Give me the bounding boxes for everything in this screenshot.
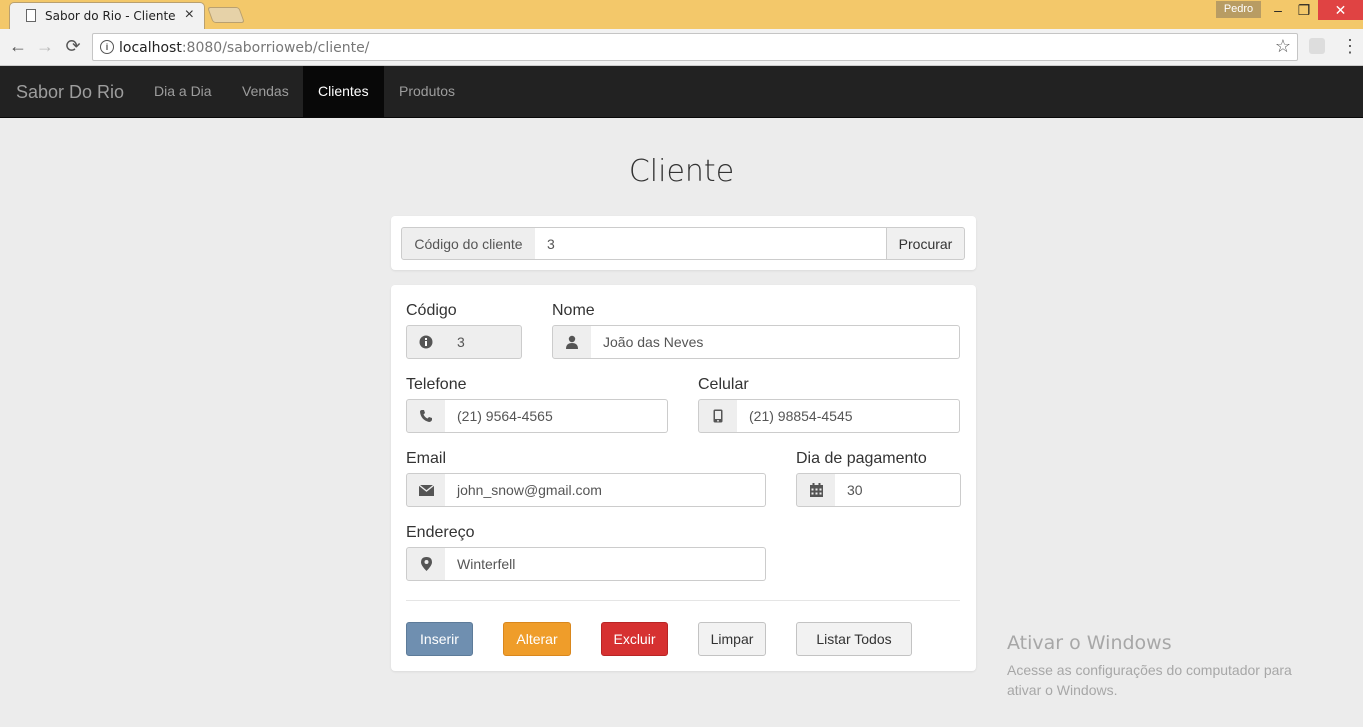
limpar-button[interactable]: Limpar (698, 622, 766, 656)
site-info-icon[interactable]: i (100, 40, 114, 54)
alterar-button[interactable]: Alterar (503, 622, 571, 656)
nome-label: Nome (552, 302, 595, 319)
search-panel: Código do cliente 3 Procurar (391, 216, 976, 270)
tab-title: Sabor do Rio - Cliente (45, 9, 176, 23)
watermark-title: Ativar o Windows (1007, 632, 1172, 654)
map-marker-icon (406, 547, 446, 581)
calendar-icon (796, 473, 836, 507)
inserir-button[interactable]: Inserir (406, 622, 473, 656)
nav-item-vendas[interactable]: Vendas (227, 66, 304, 117)
restore-icon[interactable]: ❐ (1291, 0, 1317, 20)
client-form-panel: Código 3 Nome João das Neves Telefone (2… (391, 285, 976, 671)
nome-input[interactable]: João das Neves (591, 325, 960, 359)
back-icon[interactable]: ← (7, 36, 29, 57)
page-title: Cliente (628, 154, 735, 189)
codigo-field: 3 (445, 325, 522, 359)
codigo-label: Código (406, 302, 457, 319)
bookmark-star-icon[interactable]: ☆ (1275, 36, 1291, 57)
dia-pagamento-label: Dia de pagamento (796, 450, 927, 467)
endereco-label: Endereço (406, 524, 475, 541)
listar-todos-button[interactable]: Listar Todos (796, 622, 912, 656)
phone-icon (406, 399, 446, 433)
email-input[interactable]: john_snow@gmail.com (445, 473, 766, 507)
search-addon-label: Código do cliente (401, 227, 536, 260)
address-bar: ← → ⟳ i localhost:8080/saborrioweb/clien… (0, 29, 1363, 66)
endereco-input[interactable]: Winterfell (445, 547, 766, 581)
navbar: Sabor Do Rio Dia a Dia Vendas Clientes P… (0, 66, 1363, 118)
telefone-input[interactable]: (21) 9564-4565 (445, 399, 668, 433)
browser-menu-icon[interactable]: ⋮ (1341, 36, 1359, 57)
extension-icon[interactable] (1309, 38, 1325, 54)
reload-icon[interactable]: ⟳ (62, 36, 84, 57)
client-code-search-input[interactable]: 3 (535, 227, 887, 260)
url-input[interactable]: i localhost:8080/saborrioweb/cliente/ ☆ (92, 33, 1298, 61)
user-icon (552, 325, 592, 359)
excluir-button[interactable]: Excluir (601, 622, 668, 656)
telefone-label: Telefone (406, 376, 467, 393)
nav-item-clientes[interactable]: Clientes (303, 66, 384, 117)
nav-item-produtos[interactable]: Produtos (384, 66, 470, 117)
brand-link[interactable]: Sabor Do Rio (16, 82, 124, 103)
new-tab-button[interactable] (207, 7, 245, 23)
tab-close-icon[interactable]: × (185, 6, 194, 24)
profile-badge[interactable]: Pedro (1216, 1, 1261, 18)
search-button[interactable]: Procurar (886, 227, 965, 260)
browser-tab-bar: Sabor do Rio - Cliente × Pedro – ❐ ✕ (0, 0, 1363, 29)
browser-tab[interactable]: Sabor do Rio - Cliente × (9, 2, 205, 29)
celular-label: Celular (698, 376, 749, 393)
dia-pagamento-input[interactable]: 30 (835, 473, 961, 507)
info-icon (406, 325, 446, 359)
page-icon (26, 9, 36, 22)
envelope-icon (406, 473, 446, 507)
celular-input[interactable]: (21) 98854-4545 (737, 399, 960, 433)
nav-item-dia-a-dia[interactable]: Dia a Dia (139, 66, 227, 117)
watermark-text: Acesse as configurações do computador pa… (1007, 662, 1292, 698)
mobile-icon (698, 399, 738, 433)
window-close-icon[interactable]: ✕ (1318, 0, 1363, 20)
windows-activation-watermark: Ativar o Windows Acesse as configurações… (1007, 632, 1327, 700)
forward-icon[interactable]: → (34, 36, 56, 57)
url-text: localhost:8080/saborrioweb/cliente/ (119, 40, 370, 56)
form-divider (406, 600, 960, 601)
minimize-icon[interactable]: – (1265, 0, 1291, 20)
email-label: Email (406, 450, 447, 467)
